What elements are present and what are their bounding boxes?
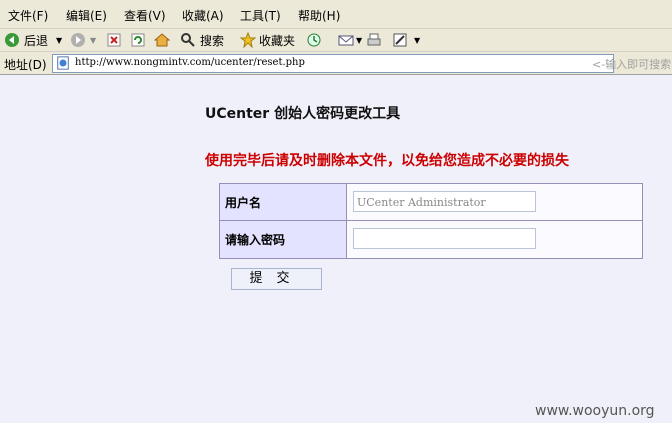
address-bar: 地址(D) http://www.nongmintv.com/ucenter/r…	[0, 52, 672, 75]
warning-text: 使用完毕后请及时删除本文件，以免给您造成不必要的损失	[205, 153, 569, 169]
page-icon	[57, 56, 69, 70]
username-input[interactable]: UCenter Administrator	[353, 191, 536, 212]
password-row: 请输入密码	[220, 221, 642, 258]
search-hint[interactable]: <-输入即可搜索	[592, 56, 671, 72]
history-button[interactable]	[306, 32, 322, 48]
forward-dropdown-icon[interactable]: ▼	[90, 36, 96, 45]
mail-icon	[338, 35, 354, 46]
printer-icon	[367, 33, 381, 46]
edit-dropdown-icon[interactable]: ▼	[414, 36, 420, 45]
back-label: 后退	[24, 33, 49, 48]
address-url: http://www.nongmintv.com/ucenter/reset.p…	[75, 57, 305, 68]
password-value-cell	[347, 221, 642, 258]
username-value-cell: UCenter Administrator	[347, 184, 642, 220]
forward-arrow-icon	[71, 33, 85, 47]
menu-edit[interactable]: 编辑(E)	[66, 7, 107, 24]
home-button[interactable]	[154, 32, 170, 48]
password-label-cell: 请输入密码	[220, 221, 347, 258]
mail-dropdown-icon[interactable]: ▼	[356, 36, 362, 45]
back-dropdown-icon[interactable]: ▼	[56, 36, 62, 45]
stop-icon	[107, 33, 121, 47]
menu-help[interactable]: 帮助(H)	[298, 7, 340, 24]
page-content: UCenter 创始人密码更改工具 使用完毕后请及时删除本文件，以免给您造成不必…	[0, 75, 672, 423]
username-label-cell: 用户名	[220, 184, 347, 220]
menu-file[interactable]: 文件(F)	[8, 7, 48, 24]
menu-view[interactable]: 查看(V)	[124, 7, 166, 24]
search-icon	[181, 33, 195, 47]
history-icon	[307, 33, 321, 47]
page-title: UCenter 创始人密码更改工具	[205, 106, 401, 122]
forward-button[interactable]: ▼	[70, 32, 96, 48]
reset-form: 用户名 UCenter Administrator 请输入密码	[219, 183, 643, 259]
toolbar: 后退 ▼ ▼ 搜索 收藏夹 ▼ ▼	[0, 29, 672, 52]
search-label: 搜索	[200, 33, 225, 48]
back-button[interactable]: 后退 ▼	[4, 32, 62, 48]
refresh-button[interactable]	[130, 32, 146, 48]
search-button[interactable]: 搜索	[180, 32, 224, 48]
home-icon	[154, 33, 170, 47]
menu-bar: 文件(F) 编辑(E) 查看(V) 收藏(A) 工具(T) 帮助(H)	[0, 0, 672, 29]
back-arrow-icon	[5, 33, 19, 47]
username-row: 用户名 UCenter Administrator	[220, 184, 642, 221]
stop-button[interactable]	[106, 32, 122, 48]
favorites-label: 收藏夹	[259, 33, 296, 48]
address-input[interactable]: http://www.nongmintv.com/ucenter/reset.p…	[52, 54, 614, 73]
password-label: 请输入密码	[225, 233, 286, 247]
watermark: www.wooyun.org	[535, 403, 655, 419]
password-input[interactable]	[353, 228, 536, 249]
edit-page-icon	[393, 33, 407, 47]
menu-favorites[interactable]: 收藏(A)	[182, 7, 224, 24]
edit-button[interactable]: ▼	[392, 32, 420, 48]
submit-button[interactable]: 提交	[231, 268, 322, 290]
favorites-button[interactable]: 收藏夹	[240, 32, 295, 48]
menu-tools[interactable]: 工具(T)	[240, 7, 281, 24]
refresh-icon	[131, 33, 145, 47]
address-label: 地址(D)	[4, 58, 47, 72]
print-button[interactable]	[366, 32, 382, 48]
star-icon	[240, 32, 256, 48]
mail-button[interactable]: ▼	[338, 32, 362, 48]
username-label: 用户名	[225, 196, 262, 210]
